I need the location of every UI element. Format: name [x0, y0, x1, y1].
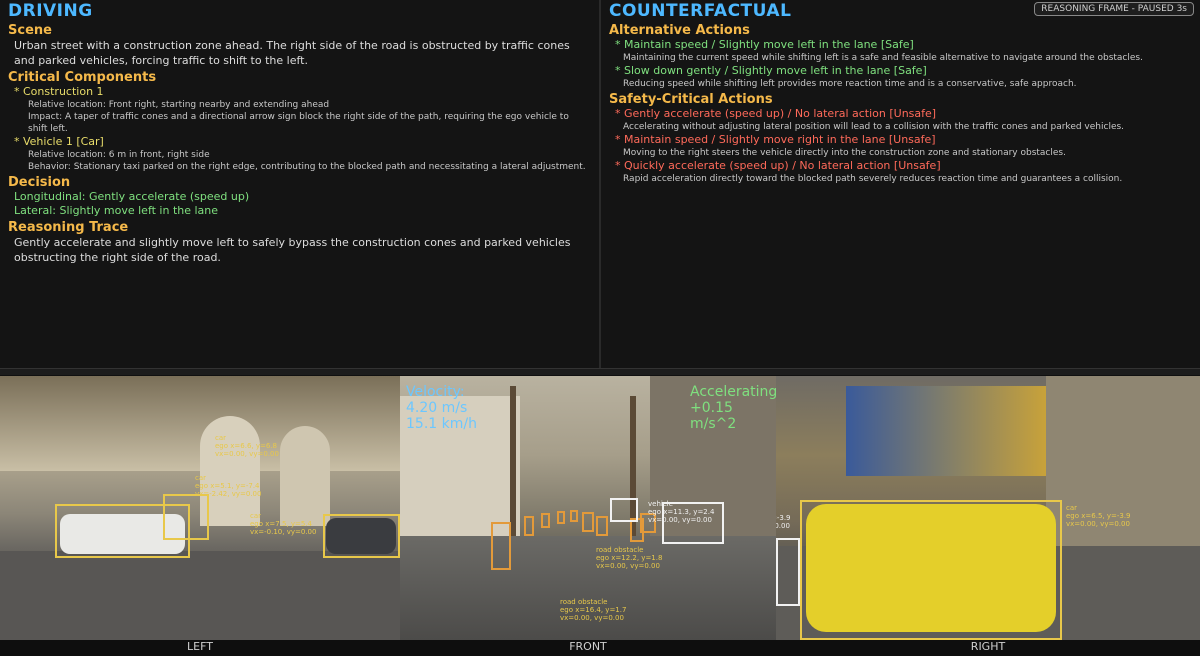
- building-arch-2: [280, 426, 330, 526]
- unsafe-action-3-desc: Rapid acceleration directly toward the b…: [623, 174, 1123, 184]
- building-billboard: [846, 386, 1046, 476]
- accel-value: +0.15 m/s^2: [690, 400, 737, 432]
- alt-action-1: * Maintain speed / Slightly move left in…: [615, 38, 914, 51]
- cone-box-6: [582, 512, 594, 532]
- road-surface: [0, 551, 400, 640]
- alternative-actions-heading: Alternative Actions: [609, 23, 750, 38]
- unsafe-action-3: * Quickly accelerate (speed up) / No lat…: [615, 159, 941, 172]
- detection-box-right-edge: [776, 538, 800, 606]
- scene-heading: Scene: [8, 23, 52, 38]
- unsafe-action-1: * Gently accelerate (speed up) / No late…: [615, 107, 937, 120]
- label-left-car1: car ego x=6.6, y=6.8 vx=0.00, vy=0.00: [215, 434, 279, 458]
- alt-action-2-desc: Reducing speed while shifting left provi…: [623, 79, 1077, 89]
- alt-action-2: * Slow down gently / Slightly move left …: [615, 64, 927, 77]
- velocity-label: Velocity:: [406, 384, 465, 400]
- decision-longitudinal: Longitudinal: Gently accelerate (speed u…: [14, 190, 250, 203]
- label-left-car3: car ego x=7.5, y=5.4 vx=-0.10, vy=0.00: [250, 512, 317, 536]
- construction-1-title: * Construction 1: [14, 85, 104, 98]
- acceleration-readout: Accelerating +0.15 m/s^2: [690, 384, 776, 432]
- unsafe-action-2-desc: Moving to the right steers the vehicle d…: [623, 148, 1066, 158]
- decision-lateral: Lateral: Slightly move left in the lane: [14, 204, 219, 217]
- velocity-readout: Velocity: 4.20 m/s 15.1 km/h: [406, 384, 477, 432]
- caption-front: FRONT: [569, 640, 607, 653]
- right-camera-view: vehicle ego x=6.5, y=-3.9 vx=0.00, vy=0.…: [776, 376, 1200, 640]
- cone-box-4: [557, 511, 565, 524]
- vehicle-1-behavior: Behavior: Stationary taxi parked on the …: [28, 162, 586, 172]
- paused-badge: REASONING FRAME - PAUSED 3s: [1034, 2, 1194, 16]
- detection-box-taxi: [800, 500, 1062, 640]
- vehicle-box-front-1: [610, 498, 638, 522]
- unsafe-action-2: * Maintain speed / Slightly move right i…: [615, 133, 936, 146]
- caption-left: LEFT: [187, 640, 213, 653]
- cone-box-3: [541, 513, 550, 528]
- driving-title: DRIVING: [8, 1, 93, 21]
- detection-box-left-car3: [323, 514, 400, 558]
- detection-box-left-car2: [163, 494, 209, 540]
- vehicle-1-location: Relative location: 6 m in front, right s…: [28, 150, 210, 160]
- building-arch-1: [200, 416, 260, 526]
- velocity-ms: 4.20 m/s: [406, 400, 468, 416]
- label-right-vehicle: vehicle ego x=6.5, y=-3.9 vx=0.00, vy=0.…: [776, 514, 791, 530]
- velocity-kmh: 15.1 km/h: [406, 416, 477, 432]
- label-front-obstacle-2: road obstacle ego x=16.4, y=1.7 vx=0.00,…: [560, 598, 627, 622]
- front-camera-view: Velocity: 4.20 m/s 15.1 km/h Acceleratin…: [400, 376, 776, 640]
- construction-1-impact: Impact: A taper of traffic cones and a d…: [28, 112, 569, 134]
- counterfactual-panel: COUNTERFACTUAL REASONING FRAME - PAUSED …: [601, 0, 1200, 368]
- label-front-vehicle: vehicle ego x=11.3, y=2.4 vx=0.00, vy=0.…: [648, 500, 715, 524]
- safety-critical-heading: Safety-Critical Actions: [609, 92, 773, 107]
- decision-heading: Decision: [8, 175, 71, 190]
- label-front-obstacle-1: road obstacle ego x=12.2, y=1.8 vx=0.00,…: [596, 546, 663, 570]
- reasoning-trace-text: Gently accelerate and slightly move left…: [14, 236, 571, 264]
- caption-right: RIGHT: [970, 640, 1006, 653]
- cone-box-5: [570, 510, 578, 522]
- construction-1-location: Relative location: Front right, starting…: [28, 100, 330, 110]
- strip-separator: [0, 368, 1200, 375]
- cone-box-7: [596, 516, 608, 536]
- vehicle-1-title: * Vehicle 1 [Car]: [14, 135, 104, 148]
- driving-panel: DRIVING Scene Urban street with a constr…: [0, 0, 599, 368]
- critical-components-heading: Critical Components: [8, 70, 157, 85]
- unsafe-action-1-desc: Accelerating without adjusting lateral p…: [623, 122, 1125, 132]
- accel-label: Accelerating: [690, 384, 776, 400]
- label-right-car: car ego x=6.5, y=-3.9 vx=0.00, vy=0.00: [1066, 504, 1131, 528]
- palm-tree-1: [510, 386, 516, 536]
- cone-box-2: [524, 516, 534, 536]
- label-left-car2: car ego x=5.1, y=-7.4 vx=-2.42, vy=0.00: [195, 474, 262, 498]
- alt-action-1-desc: Maintaining the current speed while shif…: [623, 53, 1143, 63]
- left-camera-view: car ego x=6.6, y=6.8 vx=0.00, vy=0.00 ca…: [0, 376, 400, 640]
- cone-box-1: [491, 522, 511, 570]
- road-front: [400, 536, 776, 640]
- scene-text: Urban street with a construction zone ah…: [14, 39, 570, 67]
- reasoning-trace-heading: Reasoning Trace: [8, 220, 129, 235]
